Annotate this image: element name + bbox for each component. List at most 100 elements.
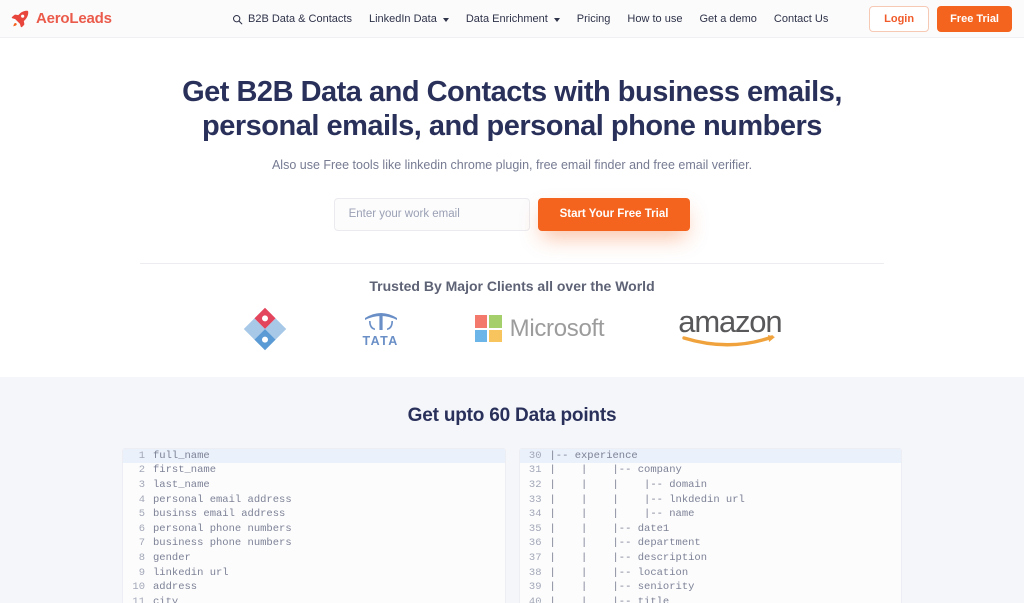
client-logos: TATA Microsoft amazon bbox=[0, 306, 1024, 352]
nav-item-get-a-demo[interactable]: Get a demo bbox=[699, 13, 756, 25]
hero-subtitle: Also use Free tools like linkedin chrome… bbox=[271, 157, 753, 172]
code-line-number: 11 bbox=[132, 595, 145, 603]
code-line: 33 | | | |-- lnkdedin url bbox=[520, 493, 902, 508]
trusted-clients-title: Trusted By Major Clients all over the Wo… bbox=[369, 277, 655, 294]
brand-logo[interactable]: AeroLeads bbox=[10, 9, 112, 29]
nav-label: Contact Us bbox=[773, 13, 829, 25]
code-line: 4 personal email address bbox=[123, 493, 505, 508]
datapoints-section: Get upto 60 Data points 1 full_name 2 first… bbox=[0, 376, 1024, 603]
amazon-smile-icon bbox=[682, 335, 775, 347]
code-line-number: 36 bbox=[528, 537, 542, 550]
nav-item-contact-us[interactable]: Contact Us bbox=[774, 13, 828, 25]
code-line-text: | | | |-- lnkdedin url bbox=[549, 493, 745, 506]
nav-label: LinkedIn Data bbox=[368, 13, 437, 25]
nav-label: Pricing bbox=[576, 13, 611, 25]
code-line-text: full_name bbox=[153, 449, 210, 462]
client-logo-dominos bbox=[243, 306, 287, 352]
code-line: 6 personal phone numbers bbox=[123, 522, 505, 537]
start-free-trial-button[interactable]: Start Your Free Trial bbox=[537, 197, 691, 231]
nav-label: How to use bbox=[627, 13, 683, 25]
code-line-text: | | |-- location bbox=[549, 566, 689, 579]
code-line-text: address bbox=[153, 581, 198, 594]
code-line: 11 city bbox=[123, 595, 505, 603]
code-line: 37 | | |-- description bbox=[520, 551, 902, 566]
code-line: 40 | | |-- title bbox=[520, 595, 902, 603]
nav-item-linkedin-data[interactable]: LinkedIn Data bbox=[369, 13, 449, 25]
code-line-number: 39 bbox=[528, 581, 542, 594]
code-line: 10 address bbox=[123, 580, 505, 595]
code-line-text: last_name bbox=[153, 479, 210, 492]
microsoft-wordmark: Microsoft bbox=[509, 314, 605, 342]
code-line-number: 40 bbox=[528, 595, 542, 603]
tata-wordmark: TATA bbox=[362, 334, 399, 349]
login-button[interactable]: Login bbox=[869, 6, 930, 32]
code-line-number: 5 bbox=[138, 508, 145, 521]
code-line-number: 31 bbox=[528, 464, 542, 477]
nav-item-how-to-use[interactable]: How to use bbox=[627, 13, 682, 25]
code-line-number: 32 bbox=[528, 479, 542, 492]
code-line-number: 34 bbox=[528, 508, 542, 521]
code-line-number: 3 bbox=[138, 479, 145, 492]
work-email-input[interactable] bbox=[333, 197, 530, 231]
code-line-number: 10 bbox=[132, 581, 145, 594]
code-line-text: | | |-- date1 bbox=[549, 522, 670, 535]
code-line: 30 |-- experience bbox=[519, 448, 901, 464]
datapoints-code-left: 1 full_name 2 first_name 3 last_name 4 personal… bbox=[122, 447, 506, 603]
code-line-text: personal phone numbers bbox=[153, 522, 292, 535]
code-line-number: 9 bbox=[138, 566, 145, 579]
code-line-number: 30 bbox=[528, 449, 542, 462]
code-line: 38 | | |-- location bbox=[520, 566, 902, 581]
header-actions: Login Free Trial bbox=[869, 0, 1012, 38]
code-line-text: | | |-- company bbox=[549, 464, 682, 477]
nav-label: Data Enrichment bbox=[465, 13, 548, 25]
code-line: 39 | | |-- seniority bbox=[520, 580, 902, 595]
code-line: 5 businss email address bbox=[123, 507, 505, 522]
main-nav: B2B Data & Contacts LinkedIn Data Data E… bbox=[232, 0, 828, 38]
datapoints-code-right: 30 |-- experience 31 | | |-- company 32 | | |… bbox=[518, 447, 902, 603]
code-line-number: 2 bbox=[138, 464, 145, 477]
nav-item-data-enrichment[interactable]: Data Enrichment bbox=[466, 13, 560, 25]
code-line: 1 full_name bbox=[123, 448, 505, 464]
nav-item-pricing[interactable]: Pricing bbox=[577, 13, 611, 25]
code-line: 7 business phone numbers bbox=[123, 536, 505, 551]
code-line-text: | | |-- seniority bbox=[549, 581, 695, 594]
code-line-text: | | |-- title bbox=[549, 595, 670, 603]
brand-name: AeroLeads bbox=[36, 10, 112, 27]
hero-section: Get B2B Data and Contacts with business … bbox=[0, 38, 1024, 352]
code-line-text: city bbox=[153, 595, 179, 603]
code-line: 8 gender bbox=[123, 551, 505, 566]
datapoints-title: Get upto 60 Data points bbox=[407, 404, 617, 426]
code-line-number: 33 bbox=[528, 493, 542, 506]
code-line-number: 8 bbox=[138, 552, 145, 564]
code-line-number: 7 bbox=[138, 537, 145, 550]
dominos-icon bbox=[243, 307, 286, 351]
page-title: Get B2B Data and Contacts with business … bbox=[182, 76, 842, 142]
code-line-number: 37 bbox=[528, 552, 542, 564]
signup-form: Start Your Free Trial bbox=[0, 197, 1024, 231]
code-line: 2 first_name bbox=[123, 463, 505, 478]
code-line: 34 | | | |-- name bbox=[520, 507, 902, 522]
code-line-text: business phone numbers bbox=[153, 537, 292, 550]
microsoft-squares-icon bbox=[474, 315, 502, 343]
code-line-text: | | |-- description bbox=[549, 552, 708, 564]
code-line-text: personal email address bbox=[153, 493, 292, 506]
code-line-text: | | | |-- name bbox=[549, 508, 695, 521]
code-line-text: businss email address bbox=[153, 508, 286, 521]
tata-icon bbox=[364, 313, 397, 331]
code-line-number: 6 bbox=[138, 522, 145, 535]
nav-item-b2b-data-contacts[interactable]: B2B Data & Contacts bbox=[232, 13, 352, 25]
code-line-text: | | |-- department bbox=[549, 537, 701, 550]
code-line-text: first_name bbox=[153, 464, 217, 477]
code-line-number: 4 bbox=[138, 493, 145, 506]
code-line-text: gender bbox=[153, 552, 191, 564]
chevron-down-icon bbox=[553, 18, 560, 22]
client-logo-tata: TATA bbox=[361, 306, 401, 352]
code-line-number: 1 bbox=[138, 449, 145, 462]
amazon-wordmark: amazon bbox=[678, 304, 782, 340]
section-divider bbox=[140, 262, 884, 264]
search-icon bbox=[232, 14, 243, 24]
free-trial-button[interactable]: Free Trial bbox=[937, 6, 1012, 32]
nav-label: B2B Data & Contacts bbox=[248, 13, 352, 25]
client-logo-amazon: amazon bbox=[678, 304, 783, 352]
nav-label: Get a demo bbox=[699, 13, 757, 25]
